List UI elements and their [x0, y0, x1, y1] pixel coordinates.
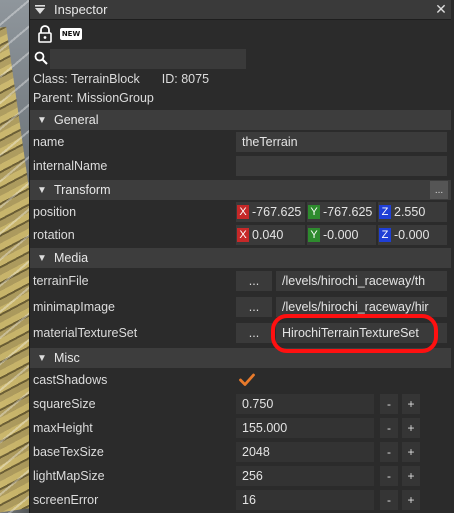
terrain-file-input[interactable]: /levels/hirochi_raceway/th [276, 271, 447, 291]
base-tex-size-increment-button[interactable]: + [402, 442, 420, 462]
axis-y-badge: Y [308, 228, 320, 242]
light-map-size-increment-button[interactable]: + [402, 466, 420, 486]
terrain-file-browse-button[interactable]: ... [236, 271, 272, 291]
section-general[interactable]: ▼ General [30, 110, 451, 130]
window-titlebar[interactable]: Inspector ✕ [30, 0, 451, 20]
rotation-z-value: -0.000 [394, 228, 430, 242]
light-map-size-decrement-button[interactable]: - [380, 466, 398, 486]
field-screen-error: screenError 16 - + [30, 488, 451, 512]
material-texture-set-browse-button[interactable]: ... [236, 323, 272, 343]
section-media[interactable]: ▼ Media [30, 248, 451, 268]
max-height-input[interactable]: 155.000 [236, 418, 374, 438]
square-size-decrement-button[interactable]: - [380, 394, 398, 414]
screen-error-label: screenError [33, 493, 99, 507]
field-cast-shadows: castShadows [30, 368, 451, 392]
rotation-z-input[interactable]: Z -0.000 [378, 225, 447, 245]
square-size-increment-button[interactable]: + [402, 394, 420, 414]
rotation-y-input[interactable]: Y -0.000 [307, 225, 376, 245]
section-misc-label: Misc [54, 351, 80, 365]
minimap-image-browse-button[interactable]: ... [236, 297, 272, 317]
section-transform-label: Transform [54, 183, 111, 197]
axis-z-badge: Z [379, 228, 391, 242]
axis-y-badge: Y [308, 205, 320, 219]
square-size-input[interactable]: 0.750 [236, 394, 374, 414]
axis-x-badge: X [237, 205, 249, 219]
object-info: Class: TerrainBlock ID: 8075 Parent: Miss… [30, 70, 451, 108]
axis-x-badge: X [237, 228, 249, 242]
screen-error-decrement-button[interactable]: - [380, 490, 398, 510]
base-tex-size-label: baseTexSize [33, 445, 104, 459]
max-height-increment-button[interactable]: + [402, 418, 420, 438]
screen-error-input[interactable]: 16 [236, 490, 374, 510]
screen-error-increment-button[interactable]: + [402, 490, 420, 510]
inspector-window: Inspector ✕ NEW Class: TerrainBlock ID: 8… [29, 0, 451, 513]
highlight-annotation [271, 314, 438, 353]
field-position: position X -767.625 Y -767.625 Z 2.550 [30, 200, 451, 224]
search-row [30, 48, 451, 70]
light-map-size-input[interactable]: 256 [236, 466, 374, 486]
base-tex-size-decrement-button[interactable]: - [380, 442, 398, 462]
inspector-toolbar: NEW [30, 20, 451, 48]
field-internal-name: internalName [30, 154, 451, 178]
base-tex-size-input[interactable]: 2048 [236, 442, 374, 462]
id-text: ID: 8075 [161, 72, 210, 86]
field-max-height: maxHeight 155.000 - + [30, 416, 451, 440]
class-text: Class: TerrainBlock [33, 72, 140, 86]
collapse-arrow-icon: ▼ [37, 252, 47, 264]
collapse-arrow-icon: ▼ [37, 114, 47, 126]
field-terrain-file: terrainFile ... /levels/hirochi_raceway/… [30, 268, 451, 294]
position-x-input[interactable]: X -767.625 [236, 202, 305, 222]
section-transform[interactable]: ▼ Transform ... [30, 180, 451, 200]
new-badge-label: NEW [59, 28, 83, 40]
cast-shadows-checkbox[interactable] [238, 371, 256, 389]
rotation-x-value: 0.040 [252, 228, 284, 242]
field-square-size: squareSize 0.750 - + [30, 392, 451, 416]
rotation-x-input[interactable]: X 0.040 [236, 225, 305, 245]
position-x-value: -767.625 [252, 205, 302, 219]
material-texture-set-label: materialTextureSet [33, 326, 138, 340]
internal-name-input[interactable] [236, 156, 447, 176]
minimap-image-label: minimapImage [33, 300, 115, 314]
max-height-decrement-button[interactable]: - [380, 418, 398, 438]
internal-name-label: internalName [33, 159, 108, 173]
transform-options-button[interactable]: ... [430, 181, 448, 199]
terrain-file-label: terrainFile [33, 274, 89, 288]
parent-text: Parent: MissionGroup [33, 91, 154, 105]
new-object-button[interactable]: NEW [59, 23, 83, 45]
position-z-input[interactable]: Z 2.550 [378, 202, 447, 222]
section-media-label: Media [54, 251, 89, 265]
field-name: name theTerrain [30, 130, 451, 154]
light-map-size-label: lightMapSize [33, 469, 105, 483]
game-scene-background [0, 0, 32, 513]
square-size-label: squareSize [33, 397, 96, 411]
window-menu-icon[interactable] [30, 0, 50, 20]
collapse-arrow-icon: ▼ [37, 352, 47, 364]
collapse-arrow-icon: ▼ [37, 184, 47, 196]
position-y-input[interactable]: Y -767.625 [307, 202, 376, 222]
name-label: name [33, 135, 65, 149]
max-height-label: maxHeight [33, 421, 93, 435]
position-z-value: 2.550 [394, 205, 426, 219]
search-input[interactable] [50, 49, 246, 69]
axis-z-badge: Z [379, 205, 391, 219]
field-light-map-size: lightMapSize 256 - + [30, 464, 451, 488]
rotation-y-value: -0.000 [323, 228, 359, 242]
section-general-label: General [54, 113, 99, 127]
name-input[interactable]: theTerrain [236, 132, 447, 152]
position-y-value: -767.625 [323, 205, 373, 219]
rotation-label: rotation [33, 228, 75, 242]
lock-icon[interactable] [34, 23, 56, 45]
position-label: position [33, 205, 77, 219]
search-icon [34, 51, 48, 68]
close-icon[interactable]: ✕ [431, 0, 451, 20]
cast-shadows-label: castShadows [33, 373, 108, 387]
window-title: Inspector [54, 2, 108, 17]
field-rotation: rotation X 0.040 Y -0.000 Z -0.000 [30, 224, 451, 246]
field-base-tex-size: baseTexSize 2048 - + [30, 440, 451, 464]
